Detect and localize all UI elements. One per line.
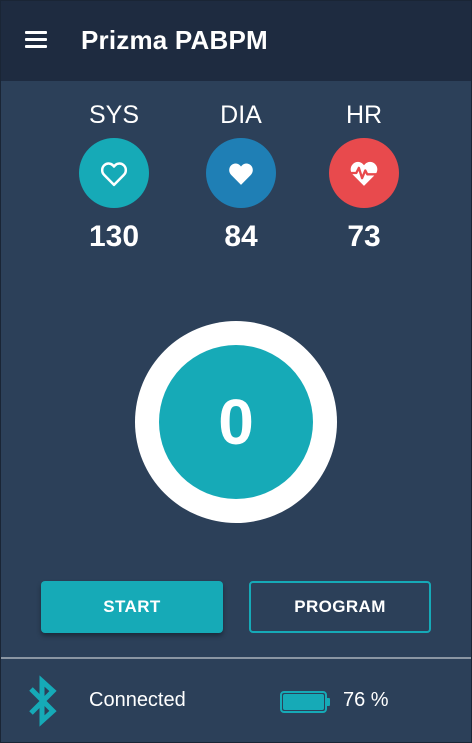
heart-filled-icon — [206, 138, 276, 208]
program-button[interactable]: PROGRAM — [249, 581, 431, 633]
hamburger-menu-icon[interactable] — [21, 27, 51, 53]
vital-sys: SYS 130 — [54, 97, 174, 254]
start-button[interactable]: START — [41, 581, 223, 633]
heart-pulse-icon — [329, 138, 399, 208]
vital-sys-label: SYS — [88, 101, 140, 129]
vital-dia-label: DIA — [220, 101, 262, 129]
vital-dia: DIA 84 — [181, 97, 301, 254]
connection-status: Connected — [89, 689, 186, 711]
bluetooth-icon — [23, 673, 63, 729]
counter-dial: 0 — [135, 321, 337, 523]
vital-hr: HR 73 — [304, 97, 424, 254]
counter-dial-inner: 0 — [159, 345, 313, 499]
vital-sys-value: 130 — [88, 220, 140, 253]
app-bar: Prizma PABPM — [1, 1, 471, 81]
status-bar: Connected 76 % — [1, 659, 471, 743]
vital-dia-value: 84 — [224, 220, 258, 253]
app-title: Prizma PABPM — [81, 25, 268, 55]
heart-outline-icon — [79, 138, 149, 208]
counter-value: 0 — [218, 386, 254, 458]
vital-hr-label: HR — [345, 101, 383, 129]
battery-percentage: 76 % — [343, 689, 389, 711]
vital-hr-value: 73 — [347, 220, 381, 253]
app-screen: Prizma PABPM SYS 130 DIA 84 HR 73 0 STAR… — [0, 0, 472, 743]
battery-icon — [280, 690, 332, 714]
